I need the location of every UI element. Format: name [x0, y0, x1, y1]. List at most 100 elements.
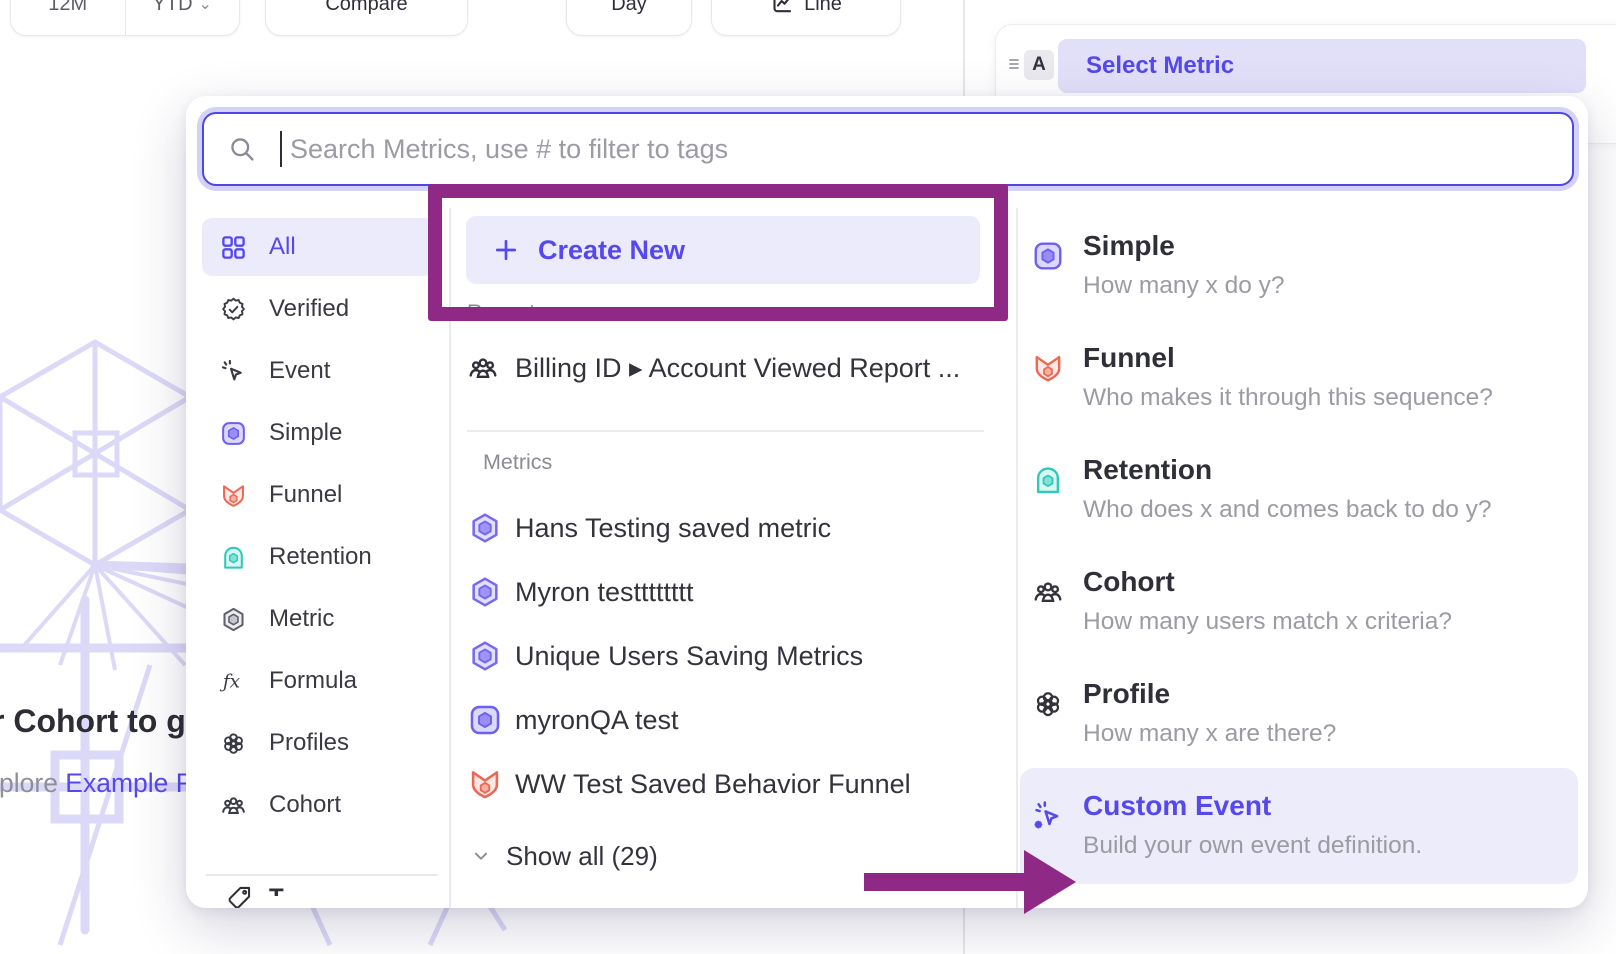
sidebar-item-profiles[interactable]: Profiles — [202, 714, 434, 772]
plus-icon — [492, 236, 520, 264]
drag-handle-icon[interactable] — [1002, 52, 1026, 76]
show-all-button[interactable]: Show all (29) — [470, 824, 658, 888]
metric-type-title: Custom Event — [1083, 790, 1271, 822]
funnel-icon — [220, 482, 247, 509]
grid-icon — [220, 234, 247, 261]
metric-type-description: How many x do y? — [1083, 272, 1285, 300]
recents-section-label: Recents — [467, 300, 546, 325]
range-12m-button[interactable]: 12M — [11, 0, 125, 35]
profiles-icon — [220, 730, 247, 757]
text-caret — [280, 131, 282, 167]
metric-list-item[interactable]: Unique Users Saving Metrics — [468, 624, 1008, 688]
chart-type-line-button[interactable]: Line — [711, 0, 901, 36]
metric-type-title: Profile — [1083, 678, 1170, 710]
metric-type-funnel[interactable]: Funnel Who makes it through this sequence… — [1020, 334, 1578, 446]
select-metric-modal: All Verified Event Simple Funnel Retention Met… — [186, 96, 1588, 908]
metric-item-label: myronQA test — [515, 705, 679, 736]
select-metric-pill[interactable]: Select Metric — [1058, 39, 1586, 93]
metric-type-simple[interactable]: Simple How many x do y? — [1020, 222, 1578, 334]
line-chart-icon — [770, 0, 794, 16]
series-badge: A — [1024, 50, 1054, 80]
metric-type-cohort[interactable]: Cohort How many users match x criteria? — [1020, 558, 1578, 670]
profiles-icon — [1032, 688, 1064, 720]
empty-state-heading: r Cohort to ge — [0, 703, 204, 740]
sidebar-item-label: Funnel — [269, 481, 342, 509]
sidebar-item-label: Simple — [269, 419, 342, 447]
metric-list-item[interactable]: WW Test Saved Behavior Funnel — [468, 752, 1008, 816]
sidebar-item-metric[interactable]: Metric — [202, 590, 434, 648]
formula-icon: ƒx — [220, 668, 247, 695]
sidebar-item-label: Cohort — [269, 791, 341, 819]
sidebar-item-tags-overflow[interactable]: T — [226, 884, 426, 908]
custom-event-icon — [1032, 800, 1064, 832]
granularity-day-button[interactable]: Day — [566, 0, 692, 36]
show-all-label: Show all (29) — [506, 841, 658, 872]
create-new-button[interactable]: Create New — [466, 216, 980, 284]
create-new-label: Create New — [538, 235, 685, 266]
metric-type-description: Who makes it through this sequence? — [1083, 384, 1493, 412]
sidebar-bottom-divider — [206, 874, 438, 876]
metric-type-title: Funnel — [1083, 342, 1175, 374]
metric-item-label: Myron testttttttt — [515, 577, 694, 608]
metric-type-description: Who does x and comes back to do y? — [1083, 496, 1492, 524]
example-reports-link[interactable]: Example R — [65, 768, 195, 798]
sidebar-divider — [449, 208, 451, 908]
tag-label-fragment: T — [269, 884, 284, 896]
retention-icon — [220, 544, 247, 571]
sidebar-item-event[interactable]: Event — [202, 342, 434, 400]
metric-type-description: How many users match x criteria? — [1083, 608, 1452, 636]
cohort-icon — [467, 352, 499, 384]
metric-list-item[interactable]: Myron testttttttt — [468, 560, 1008, 624]
metric-item-label: Hans Testing saved metric — [515, 513, 831, 544]
cohort-icon — [1032, 576, 1064, 608]
sidebar-item-verified[interactable]: Verified — [202, 280, 434, 338]
recents-divider — [467, 430, 984, 432]
sidebar-item-all[interactable]: All — [202, 218, 434, 276]
search-field-wrap — [202, 112, 1574, 186]
metric-icon — [220, 606, 247, 633]
app-root: 12M YTD ⌄ Compare Day Line A Select Metr… — [0, 0, 1616, 954]
cohort-icon — [220, 792, 247, 819]
simple-icon — [1032, 240, 1064, 272]
metric-type-title: Retention — [1083, 454, 1212, 486]
metric-type-description: How many x are there? — [1083, 720, 1336, 748]
date-range-group: 12M YTD ⌄ — [10, 0, 240, 36]
metric-list-item[interactable]: Hans Testing saved metric — [468, 496, 1008, 560]
metric-hex-icon — [468, 639, 502, 673]
compare-button[interactable]: Compare — [265, 0, 468, 36]
simple-icon — [220, 420, 247, 447]
chevron-down-icon: ⌄ — [199, 0, 212, 14]
range-ytd-button[interactable]: YTD ⌄ — [125, 0, 240, 35]
sidebar-item-cohort[interactable]: Cohort — [202, 776, 434, 834]
metric-item-label: Unique Users Saving Metrics — [515, 641, 863, 672]
recent-item[interactable]: Billing ID ▸ Account Viewed Report ... — [467, 336, 984, 400]
retention-icon — [1032, 464, 1064, 496]
metric-list-item[interactable]: myronQA test — [468, 688, 1008, 752]
metric-type-retention[interactable]: Retention Who does x and comes back to do… — [1020, 446, 1578, 558]
sidebar-item-label: All — [269, 233, 296, 261]
explore-text-fragment: plore — [0, 768, 65, 798]
metric-hex-icon — [468, 575, 502, 609]
metric-type-title: Cohort — [1083, 566, 1175, 598]
sidebar-item-retention[interactable]: Retention — [202, 528, 434, 586]
funnel-icon — [1032, 352, 1064, 384]
metric-item-label: WW Test Saved Behavior Funnel — [515, 769, 911, 800]
simple-icon — [468, 703, 502, 737]
sidebar-item-label: Event — [269, 357, 330, 385]
metric-type-title: Simple — [1083, 230, 1175, 262]
event-icon — [220, 358, 247, 385]
metrics-section-label: Metrics — [483, 450, 552, 475]
sidebar-item-funnel[interactable]: Funnel — [202, 466, 434, 524]
metric-type-profile[interactable]: Profile How many x are there? — [1020, 670, 1578, 782]
sidebar-item-label: Formula — [269, 667, 357, 695]
sidebar-item-label: Retention — [269, 543, 372, 571]
sidebar-item-formula[interactable]: ƒx Formula — [202, 652, 434, 710]
search-input[interactable] — [202, 112, 1574, 186]
sidebar-item-label: Profiles — [269, 729, 349, 757]
sidebar-item-simple[interactable]: Simple — [202, 404, 434, 462]
metric-type-custom-event[interactable]: Custom EventBuild your own event definit… — [1020, 782, 1578, 894]
recent-item-label: Billing ID ▸ Account Viewed Report ... — [515, 353, 960, 384]
types-panel-divider — [1016, 208, 1018, 908]
range-ytd-label: YTD — [153, 0, 193, 16]
empty-state-link-line: plore Example R — [0, 768, 195, 799]
